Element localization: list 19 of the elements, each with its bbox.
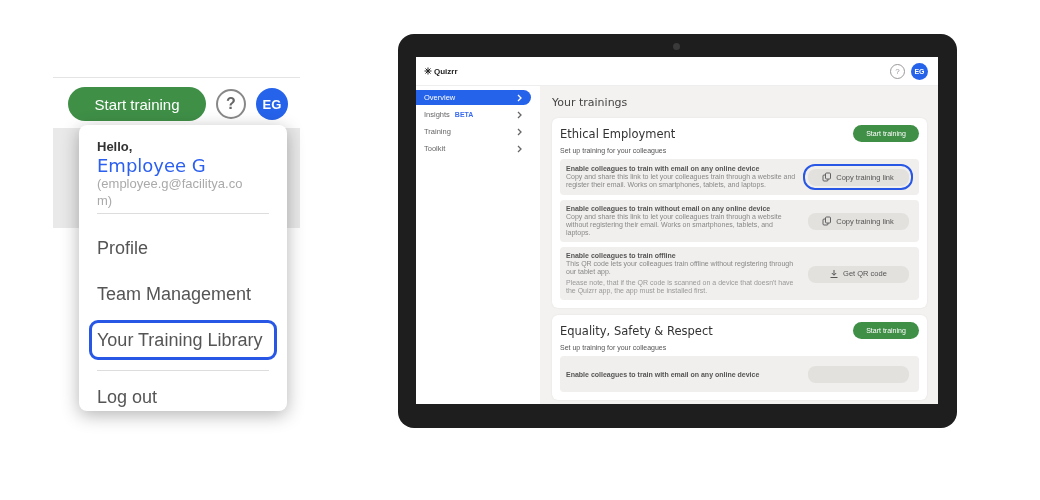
user-name: Employee G: [97, 157, 207, 175]
copy-icon: [822, 216, 833, 226]
copy-icon: [822, 172, 833, 182]
page-heading: Your trainings: [552, 96, 629, 109]
help-icon[interactable]: ?: [216, 89, 246, 119]
avatar[interactable]: EG: [256, 88, 288, 120]
download-icon: [829, 268, 840, 279]
training-title: Ethical Employment: [560, 126, 676, 141]
menu-item[interactable]: Your Training Library: [89, 320, 277, 360]
logo-icon: [424, 67, 432, 75]
user-email: (employee.g@facilitya.com): [97, 176, 244, 209]
training-title: Equality, Safety & Respect: [560, 323, 713, 338]
greeting: Hello,: [97, 139, 134, 154]
logo-text: Quizrr: [434, 66, 458, 76]
menu-item[interactable]: Profile: [89, 228, 277, 268]
camera-icon: [673, 43, 680, 50]
start-training-button[interactable]: Start training: [68, 87, 206, 121]
menu-item[interactable]: Team Management: [89, 274, 277, 314]
menu-item[interactable]: Log out: [89, 377, 277, 417]
